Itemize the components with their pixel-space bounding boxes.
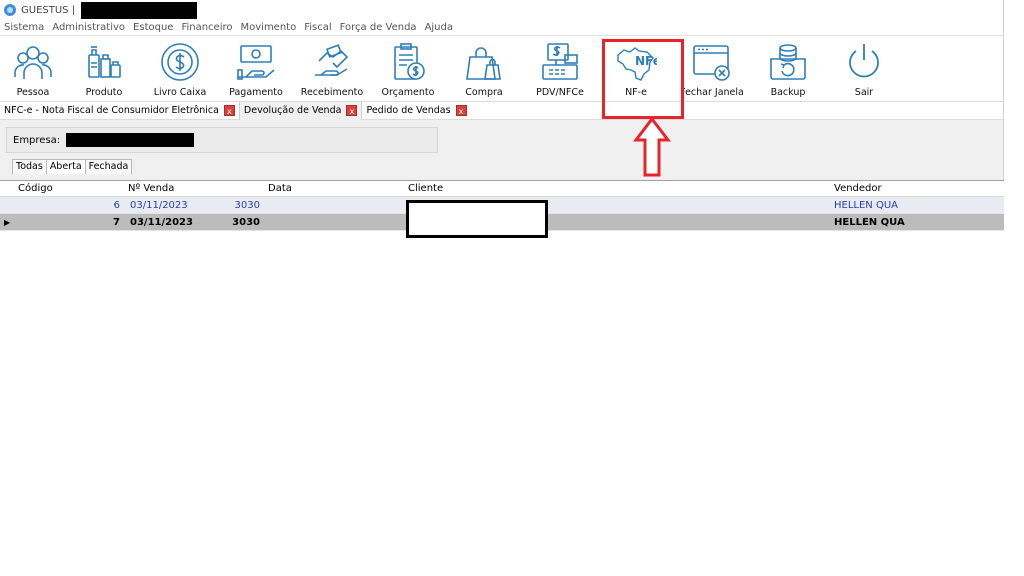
cell-vendedor: HELLEN QUA bbox=[834, 199, 898, 211]
nfe-button[interactable]: NFe NF-e bbox=[598, 40, 674, 98]
cell-codigo: 6 bbox=[113, 199, 120, 211]
close-window-icon bbox=[690, 40, 734, 84]
tab-devolucao-label: Devolução de Venda bbox=[243, 105, 342, 116]
tab-fechada[interactable]: Fechada bbox=[84, 159, 133, 174]
brazil-map-nfe-icon: NFe bbox=[614, 40, 658, 84]
application-window: GUESTUS | Sistema Administrativo Estoque… bbox=[0, 0, 1004, 390]
grid-header: Código Nº Venda Data Cliente Vendedor bbox=[0, 181, 1004, 197]
close-tab-nfce-icon[interactable]: x bbox=[223, 105, 235, 116]
col-cliente[interactable]: Cliente bbox=[404, 183, 832, 194]
pagamento-label: Pagamento bbox=[229, 87, 283, 98]
menu-forca-de-venda[interactable]: Força de Venda bbox=[340, 22, 417, 33]
payment-hand-icon bbox=[234, 40, 278, 84]
redacted-title-block bbox=[81, 1, 198, 19]
fechar-janela-label: Fechar Janela bbox=[680, 87, 744, 98]
produto-label: Produto bbox=[85, 87, 123, 98]
app-logo-icon bbox=[4, 4, 16, 16]
backup-button[interactable]: Backup bbox=[750, 40, 826, 98]
menu-fiscal[interactable]: Fiscal bbox=[304, 22, 331, 33]
empresa-field[interactable]: Empresa: bbox=[6, 127, 438, 153]
nfe-label: NF-e bbox=[625, 87, 647, 98]
orcamento-label: Orçamento bbox=[381, 87, 435, 98]
produto-button[interactable]: Produto bbox=[66, 40, 142, 98]
tab-nfce-label: NFC-e - Nota Fiscal de Consumidor Eletrô… bbox=[4, 105, 219, 116]
livro-caixa-label: Livro Caixa bbox=[153, 87, 207, 98]
document-tabs: NFC-e - Nota Fiscal de Consumidor Eletrô… bbox=[0, 101, 1003, 120]
budget-clipboard-icon bbox=[386, 40, 430, 84]
cell-vendedor: HELLEN QUA bbox=[834, 216, 905, 228]
menu-estoque[interactable]: Estoque bbox=[133, 22, 173, 33]
close-tab-pedido-icon[interactable]: x bbox=[455, 105, 467, 116]
sair-label: Sair bbox=[854, 87, 874, 98]
product-bottles-icon bbox=[82, 40, 126, 84]
window-title: GUESTUS | bbox=[21, 4, 76, 16]
power-icon bbox=[842, 40, 886, 84]
empresa-filter-panel: Empresa: bbox=[0, 120, 1003, 158]
backup-label: Backup bbox=[770, 87, 806, 98]
redacted-cliente-box bbox=[406, 200, 548, 238]
main-toolbar: Pessoa Produto Livro Caixa Pagamento Rec… bbox=[0, 36, 1003, 119]
shopping-bag-icon bbox=[462, 40, 506, 84]
redacted-empresa-value bbox=[66, 133, 195, 147]
pessoa-button[interactable]: Pessoa bbox=[0, 40, 66, 98]
col-n-venda[interactable]: Nº Venda bbox=[124, 183, 264, 194]
status-filter-tabs: Todas Aberta Fechada bbox=[0, 158, 1003, 174]
livro-caixa-button[interactable]: Livro Caixa bbox=[142, 40, 218, 98]
cell-data: 03/11/2023 bbox=[130, 199, 188, 211]
tab-nfce[interactable]: NFC-e - Nota Fiscal de Consumidor Eletrô… bbox=[0, 102, 239, 120]
close-tab-devolucao-icon[interactable]: x bbox=[346, 105, 358, 116]
row-indicator-arrow: ▶ bbox=[4, 217, 11, 227]
backup-database-icon bbox=[766, 40, 810, 84]
title-bar: GUESTUS | bbox=[0, 0, 1003, 20]
cell-data: 03/11/2023 bbox=[130, 216, 193, 228]
compra-label: Compra bbox=[465, 87, 503, 98]
menu-ajuda[interactable]: Ajuda bbox=[425, 22, 453, 33]
empresa-label: Empresa: bbox=[13, 134, 61, 146]
pdv-nfce-button[interactable]: PDV/NFCe bbox=[522, 40, 598, 98]
nfe-icon-text: NFe bbox=[635, 54, 657, 68]
recebimento-label: Recebimento bbox=[300, 87, 364, 98]
tab-todas[interactable]: Todas bbox=[12, 159, 47, 174]
cell-codigo: 7 bbox=[113, 216, 120, 228]
tab-pedido-de-vendas[interactable]: Pedido de Vendas x bbox=[362, 102, 470, 120]
col-data[interactable]: Data bbox=[264, 183, 404, 194]
menu-bar: Sistema Administrativo Estoque Financeir… bbox=[0, 20, 1003, 36]
menu-administrativo[interactable]: Administrativo bbox=[52, 22, 125, 33]
menu-movimento[interactable]: Movimento bbox=[241, 22, 297, 33]
cash-coin-icon bbox=[158, 40, 202, 84]
fechar-janela-button[interactable]: Fechar Janela bbox=[674, 40, 750, 98]
recebimento-button[interactable]: Recebimento bbox=[294, 40, 370, 98]
menu-sistema[interactable]: Sistema bbox=[4, 22, 44, 33]
receiving-handshake-icon bbox=[310, 40, 354, 84]
sair-button[interactable]: Sair bbox=[826, 40, 902, 98]
col-vendedor[interactable]: Vendedor bbox=[832, 183, 1002, 194]
pagamento-button[interactable]: Pagamento bbox=[218, 40, 294, 98]
pessoa-label: Pessoa bbox=[16, 87, 50, 98]
orcamento-button[interactable]: Orçamento bbox=[370, 40, 446, 98]
tab-pedido-label: Pedido de Vendas bbox=[366, 105, 451, 116]
people-icon bbox=[11, 40, 55, 84]
pdv-nfce-label: PDV/NFCe bbox=[536, 87, 584, 98]
compra-button[interactable]: Compra bbox=[446, 40, 522, 98]
cash-register-icon bbox=[538, 40, 582, 84]
menu-financeiro[interactable]: Financeiro bbox=[181, 22, 232, 33]
tab-aberta[interactable]: Aberta bbox=[45, 159, 86, 174]
tab-devolucao-de-venda[interactable]: Devolução de Venda x bbox=[238, 101, 363, 120]
col-codigo[interactable]: Código bbox=[14, 183, 124, 194]
